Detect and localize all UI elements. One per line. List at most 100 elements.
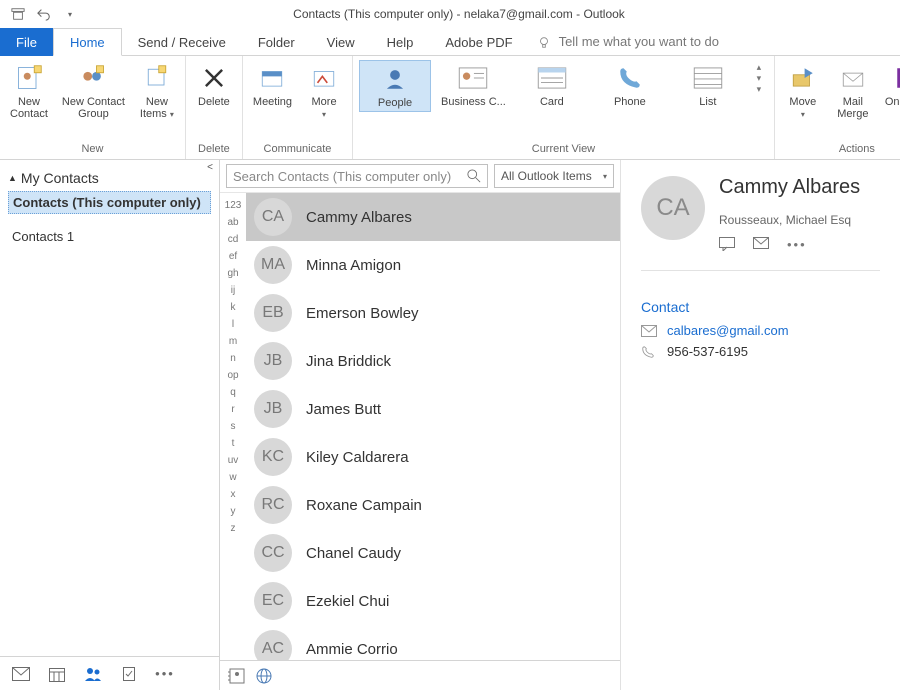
new-contact-icon: [13, 62, 45, 94]
qat-undo-icon[interactable]: [36, 6, 52, 22]
nav-people-icon[interactable]: [84, 665, 102, 683]
tab-send-receive[interactable]: Send / Receive: [122, 28, 242, 56]
contact-row[interactable]: KCKiley Caldarera: [246, 433, 620, 481]
globe-icon[interactable]: [256, 668, 272, 684]
az-index-ij[interactable]: ij: [220, 282, 246, 299]
mail-merge-icon: [837, 62, 869, 94]
new-contact-group-button[interactable]: New Contact Group: [58, 60, 129, 122]
az-index-m[interactable]: m: [220, 333, 246, 350]
search-input[interactable]: Search Contacts (This computer only): [226, 164, 488, 188]
tab-home[interactable]: Home: [53, 28, 122, 56]
move-icon: [787, 62, 819, 94]
az-index-cd[interactable]: cd: [220, 231, 246, 248]
contact-email[interactable]: calbares@gmail.com: [667, 323, 789, 338]
qat-customize-icon[interactable]: ▾: [62, 6, 78, 22]
contact-row[interactable]: MAMinna Amigon: [246, 241, 620, 289]
contact-company: Rousseaux, Michael Esq: [719, 213, 860, 227]
view-card-button[interactable]: Card: [516, 60, 588, 110]
tab-adobe-pdf[interactable]: Adobe PDF: [429, 28, 528, 56]
reading-pane: CA Cammy Albares Rousseaux, Michael Esq …: [620, 160, 900, 690]
az-index-n[interactable]: n: [220, 350, 246, 367]
nav-calendar-icon[interactable]: [48, 665, 66, 683]
contact-avatar-small: AC: [254, 630, 292, 660]
onenote-button[interactable]: N OneNote: [881, 60, 900, 110]
az-index-l[interactable]: l: [220, 316, 246, 333]
onenote-icon: N: [891, 62, 900, 94]
contact-row[interactable]: CCChanel Caudy: [246, 529, 620, 577]
action-more-icon[interactable]: •••: [787, 237, 807, 252]
ribbon-group-current-view-label: Current View: [359, 141, 768, 159]
az-index-op[interactable]: op: [220, 367, 246, 384]
contact-row[interactable]: EBEmerson Bowley: [246, 289, 620, 337]
action-email-icon[interactable]: [753, 237, 769, 252]
contact-row[interactable]: RCRoxane Campain: [246, 481, 620, 529]
ribbon-group-current-view: People Business C... Card Phone List ▴▾▾: [353, 56, 775, 159]
az-index-k[interactable]: k: [220, 299, 246, 316]
contact-row[interactable]: JBJames Butt: [246, 385, 620, 433]
contact-row-name: Cammy Albares: [306, 209, 412, 226]
new-items-icon: [141, 62, 173, 94]
contact-row-name: Ammie Corrio: [306, 641, 398, 658]
mail-merge-button[interactable]: Mail Merge: [831, 60, 875, 122]
nav-item-contacts-local[interactable]: Contacts (This computer only): [8, 191, 211, 214]
az-index-uv[interactable]: uv: [220, 452, 246, 469]
ribbon-group-delete: Delete Delete: [186, 56, 243, 159]
az-index-ef[interactable]: ef: [220, 248, 246, 265]
tab-help[interactable]: Help: [371, 28, 430, 56]
az-index-w[interactable]: w: [220, 469, 246, 486]
az-index-123[interactable]: 123: [220, 197, 246, 214]
tab-folder[interactable]: Folder: [242, 28, 311, 56]
az-index-x[interactable]: x: [220, 486, 246, 503]
address-book-icon[interactable]: [228, 668, 246, 684]
contact-avatar: CA: [641, 176, 705, 240]
az-index-y[interactable]: y: [220, 503, 246, 520]
contact-avatar-small: CA: [254, 198, 292, 236]
contact-row[interactable]: ECEzekiel Chui: [246, 577, 620, 625]
view-list-button[interactable]: List: [672, 60, 744, 110]
qat-archive-icon[interactable]: [10, 6, 26, 22]
contact-phone: 956-537-6195: [667, 344, 748, 359]
search-placeholder: Search Contacts (This computer only): [233, 169, 451, 184]
view-phone-button[interactable]: Phone: [594, 60, 666, 110]
window-title: Contacts (This computer only) - nelaka7@…: [78, 7, 840, 21]
expand-icon: ▲: [8, 173, 17, 183]
view-business-card-button[interactable]: Business C...: [437, 60, 510, 110]
contact-section-heading: Contact: [641, 299, 880, 315]
phone-icon: [614, 62, 646, 94]
az-index-z[interactable]: z: [220, 520, 246, 537]
contact-row[interactable]: JBJina Briddick: [246, 337, 620, 385]
meeting-button[interactable]: Meeting: [249, 60, 296, 110]
search-scope-dropdown[interactable]: All Outlook Items ▾: [494, 164, 614, 188]
contact-row[interactable]: AC Ammie Corrio: [246, 625, 620, 660]
delete-icon: [198, 62, 230, 94]
delete-button[interactable]: Delete: [192, 60, 236, 110]
collapse-folder-pane-icon[interactable]: <: [207, 162, 213, 173]
tab-file[interactable]: File: [0, 28, 53, 56]
nav-heading-my-contacts[interactable]: ▲ My Contacts: [8, 166, 211, 190]
az-index-r[interactable]: r: [220, 401, 246, 418]
new-contact-button[interactable]: New Contact: [6, 60, 52, 122]
navigation-bar: •••: [0, 656, 219, 690]
nav-more-icon[interactable]: •••: [156, 665, 174, 683]
move-button[interactable]: Move▾: [781, 60, 825, 122]
nav-item-contacts-1[interactable]: Contacts 1: [8, 226, 211, 247]
tell-me-search[interactable]: Tell me what you want to do: [537, 28, 719, 55]
new-contact-group-icon: [77, 62, 109, 94]
view-gallery-more-button[interactable]: ▴▾▾: [750, 60, 768, 97]
view-people-button[interactable]: People: [359, 60, 431, 112]
action-im-icon[interactable]: [719, 237, 735, 252]
ribbon-group-communicate: Meeting More▾ Communicate: [243, 56, 353, 159]
nav-mail-icon[interactable]: [12, 665, 30, 683]
nav-tasks-icon[interactable]: [120, 665, 138, 683]
az-index-q[interactable]: q: [220, 384, 246, 401]
more-button[interactable]: More▾: [302, 60, 346, 122]
az-index-gh[interactable]: gh: [220, 265, 246, 282]
folder-pane: < ▲ My Contacts Contacts (This computer …: [0, 160, 220, 690]
contact-list-pane: Search Contacts (This computer only) All…: [220, 160, 620, 690]
az-index-ab[interactable]: ab: [220, 214, 246, 231]
az-index-t[interactable]: t: [220, 435, 246, 452]
tab-view[interactable]: View: [311, 28, 371, 56]
az-index-s[interactable]: s: [220, 418, 246, 435]
new-items-button[interactable]: New Items ▾: [135, 60, 179, 122]
contact-row[interactable]: CA Cammy Albares: [246, 193, 620, 241]
